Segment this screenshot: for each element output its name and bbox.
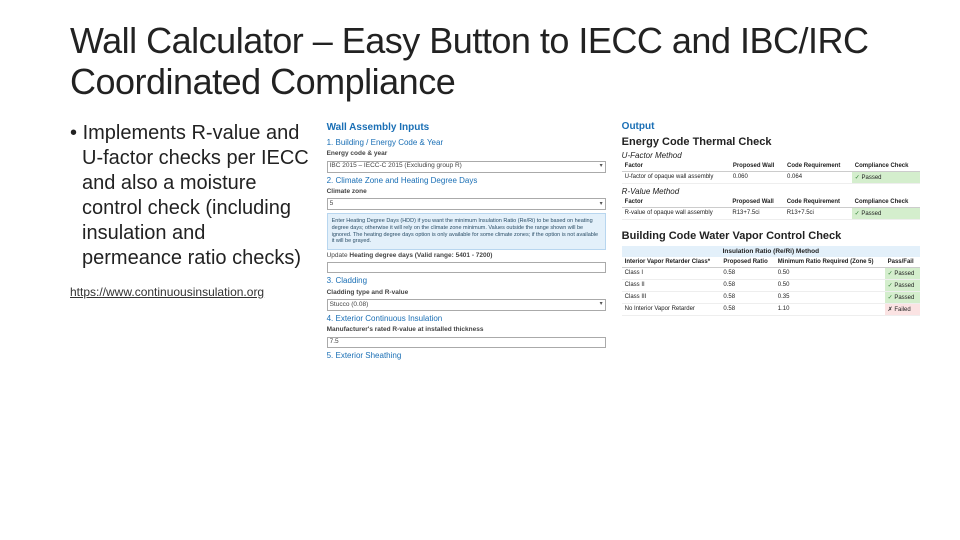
label-hdd: Update Heating degree days (Valid range:… [327,252,606,260]
section-1: 1. Building / Energy Code & Year [327,138,606,148]
table-row: Class III0.580.35Passed [622,291,920,303]
chevron-down-icon: ▾ [600,163,603,171]
table-row: Class I0.580.50Passed [622,267,920,279]
chevron-down-icon: ▾ [600,301,603,309]
bullet-column: Implements R-value and U-factor checks p… [70,121,311,364]
label-ci-rvalue: Manufacturer's rated R-value at installe… [327,326,606,334]
section-3: 3. Cladding [327,276,606,286]
output-heading: Output [622,121,920,132]
input-hdd[interactable] [327,262,606,273]
input-ci-rvalue[interactable]: 7.5 [327,337,606,348]
table-row: Class II0.580.50Passed [622,279,920,291]
inputs-heading: Wall Assembly Inputs [327,121,606,134]
bullet-item: Implements R-value and U-factor checks p… [70,121,311,271]
vapor-check-heading: Building Code Water Vapor Control Check [622,230,920,242]
select-climate-zone[interactable]: 5 ▾ [327,198,606,210]
select-cladding[interactable]: Stucco (0.08) ▾ [327,299,606,311]
section-4: 4. Exterior Continuous Insulation [327,314,606,324]
label-energy-code: Energy code & year [327,150,606,158]
source-link[interactable]: https://www.continuousinsulation.org [70,285,311,299]
hdd-hint: Enter Heating Degree Days (HDD) if you w… [327,213,606,249]
ratio-method-bar: Insulation Ratio (Re/Ri) Method [622,246,920,257]
label-cladding: Cladding type and R-value [327,289,606,297]
ufactor-table: FactorProposed WallCode RequirementCompl… [622,161,920,184]
select-energy-code[interactable]: IBC 2015 – IECC-C 2015 (Excluding group … [327,161,606,173]
label-climate-zone: Climate zone [327,188,606,196]
table-row: No Interior Vapor Retarder0.581.10✗ Fail… [622,303,920,315]
ufactor-method: U-Factor Method [622,151,920,160]
thermal-check-heading: Energy Code Thermal Check [622,136,920,148]
table-row: U-factor of opaque wall assembly0.0600.0… [622,171,920,183]
chevron-down-icon: ▾ [600,201,603,209]
section-2: 2. Climate Zone and Heating Degree Days [327,176,606,186]
inputs-panel: Wall Assembly Inputs 1. Building / Energ… [327,121,606,364]
output-panel: Output Energy Code Thermal Check U-Facto… [622,121,920,364]
vapor-table: Interior Vapor Retarder Class*Proposed R… [622,257,920,316]
slide-title: Wall Calculator – Easy Button to IECC an… [70,20,920,103]
rvalue-method: R-Value Method [622,187,920,196]
rvalue-table: FactorProposed WallCode RequirementCompl… [622,197,920,220]
table-row: R-value of opaque wall assemblyR13+7.5ci… [622,207,920,219]
section-5: 5. Exterior Sheathing [327,351,606,361]
